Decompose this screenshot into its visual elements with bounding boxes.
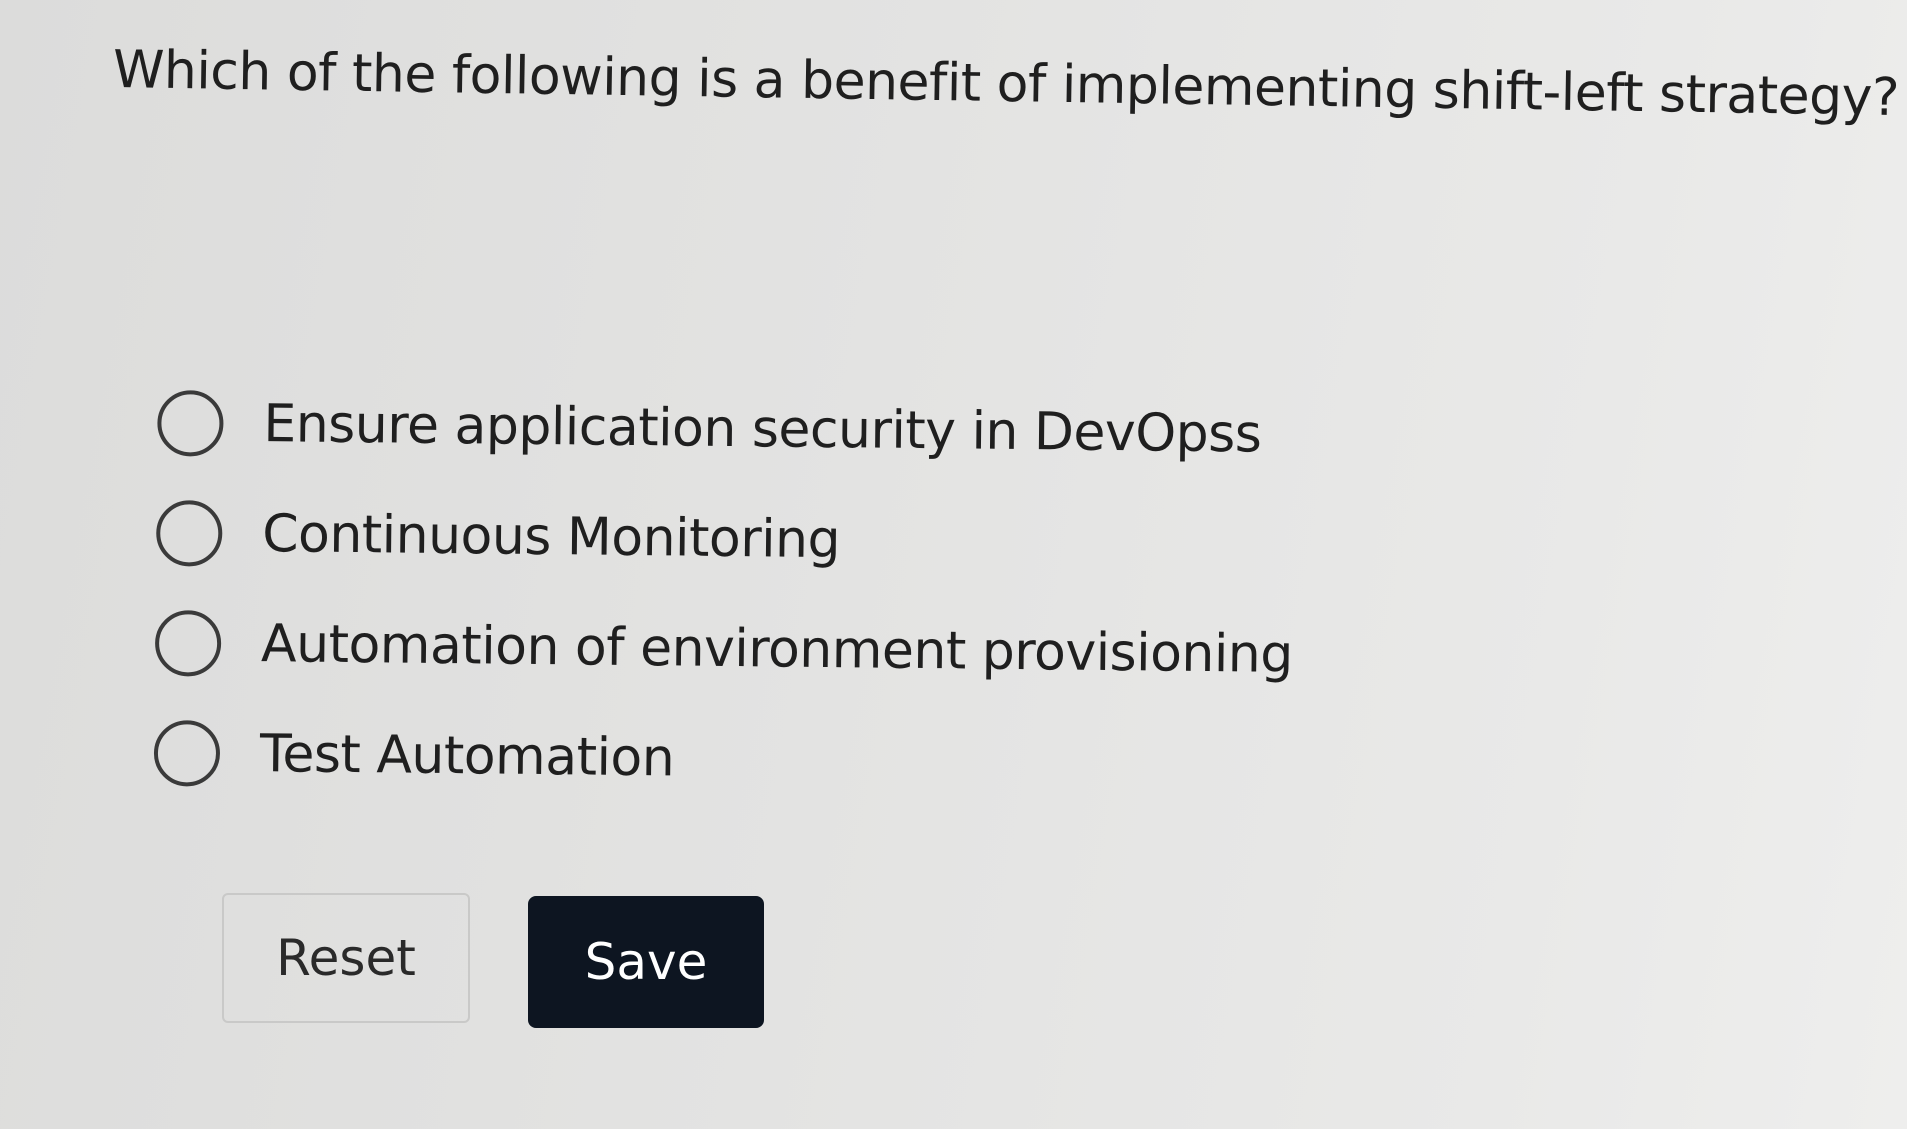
question-text: Which of the following is a benefit of i… <box>112 40 1900 129</box>
option-4[interactable]: Test Automation <box>153 698 1292 820</box>
option-label: Continuous Monitoring <box>261 504 841 571</box>
radio-button[interactable] <box>157 389 224 457</box>
radio-button[interactable] <box>155 499 223 567</box>
answer-options: Ensure application security in DevOpss C… <box>153 368 1295 820</box>
option-label: Ensure application security in DevOpss <box>263 394 1262 465</box>
option-label: Automation of environment provisioning <box>260 614 1294 685</box>
option-3[interactable]: Automation of environment provisioning <box>154 588 1294 710</box>
reset-button[interactable]: Reset <box>222 893 470 1023</box>
option-2[interactable]: Continuous Monitoring <box>155 478 1295 600</box>
radio-button[interactable] <box>154 609 222 677</box>
option-1[interactable]: Ensure application security in DevOpss <box>157 368 1296 490</box>
save-button[interactable]: Save <box>528 896 764 1028</box>
option-label: Test Automation <box>259 724 675 789</box>
radio-button[interactable] <box>153 719 221 787</box>
